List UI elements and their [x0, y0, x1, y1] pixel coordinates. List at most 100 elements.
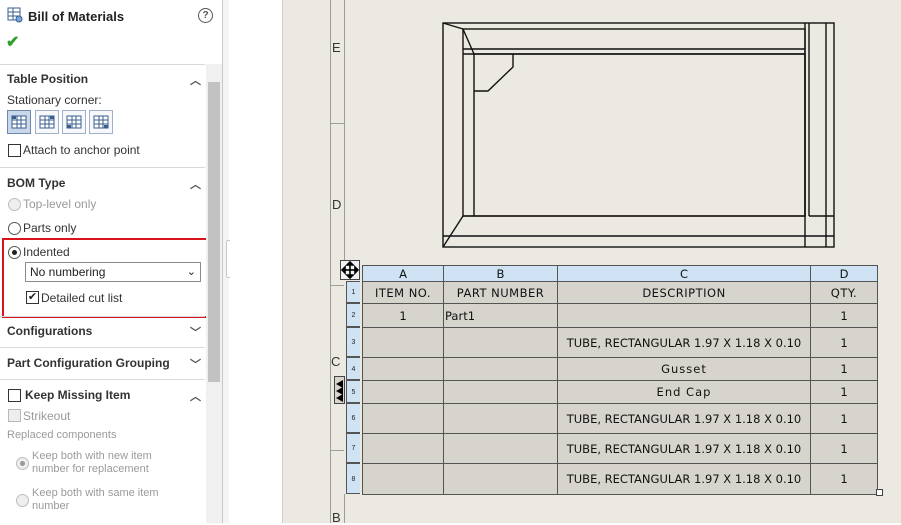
- section-keep-missing-item[interactable]: Keep Missing Item ︿: [25, 388, 203, 404]
- item-cell[interactable]: [362, 327, 444, 358]
- item-cell[interactable]: [362, 380, 444, 404]
- radio-keep-both-new-number[interactable]: [16, 457, 29, 470]
- part-cell[interactable]: [443, 327, 558, 358]
- chevron-up-icon[interactable]: ︿: [190, 388, 201, 404]
- description-cell[interactable]: TUBE, RECTANGULAR 1.97 X 1.18 X 0.10: [557, 403, 811, 434]
- numbering-select[interactable]: No numbering ⌄: [25, 262, 201, 282]
- description-cell[interactable]: [557, 303, 811, 328]
- frame-drawing-view[interactable]: [440, 20, 838, 252]
- section-header-label: Keep Missing Item: [25, 388, 131, 402]
- detailed-cut-list-checkbox[interactable]: ✔: [26, 291, 39, 304]
- header-row: ITEM NO. PART NUMBER DESCRIPTION QTY.: [362, 281, 878, 304]
- panel-title: Bill of Materials: [28, 9, 125, 24]
- row-number[interactable]: 6: [346, 403, 360, 433]
- bom-table-icon: [7, 7, 23, 23]
- strikeout-checkbox[interactable]: [8, 409, 21, 422]
- option-line: number: [32, 500, 70, 512]
- row-number[interactable]: 7: [346, 433, 360, 463]
- part-cell[interactable]: Part1: [443, 303, 558, 328]
- radio-top-level-only[interactable]: [8, 198, 21, 211]
- radio-parts-only[interactable]: [8, 222, 21, 235]
- sheet-margin: [230, 0, 283, 523]
- bottom-right-corner-button[interactable]: [89, 110, 113, 134]
- separator: [0, 316, 205, 317]
- zone-tick: [330, 450, 344, 451]
- description-cell[interactable]: TUBE, RECTANGULAR 1.97 X 1.18 X 0.10: [557, 327, 811, 358]
- top-left-corner-button[interactable]: [7, 110, 31, 134]
- qty-cell[interactable]: 1: [810, 463, 878, 495]
- part-cell[interactable]: [443, 463, 558, 495]
- chevron-down-icon[interactable]: ﹀: [190, 356, 201, 372]
- zone-letter: C: [331, 354, 341, 369]
- replaced-components-label: Replaced components: [7, 429, 117, 441]
- part-cell[interactable]: [443, 433, 558, 464]
- section-configurations[interactable]: Configurations ﹀: [7, 324, 203, 340]
- section-header-label: Configurations: [7, 324, 93, 338]
- table-move-handle[interactable]: [340, 260, 360, 280]
- keep-missing-checkbox[interactable]: [8, 389, 21, 402]
- header-cell[interactable]: ITEM NO.: [362, 281, 444, 304]
- panel-scrollbar[interactable]: [206, 64, 222, 523]
- item-cell[interactable]: [362, 433, 444, 464]
- part-cell[interactable]: [443, 380, 558, 404]
- option-line: Keep both with same item: [32, 487, 159, 499]
- indented-label: Indented: [23, 245, 70, 259]
- chevron-down-icon[interactable]: ﹀: [190, 324, 201, 340]
- row-number[interactable]: 8: [346, 463, 360, 494]
- qty-cell[interactable]: 1: [810, 303, 878, 328]
- parts-only-label: Parts only: [23, 221, 77, 235]
- qty-cell[interactable]: 1: [810, 327, 878, 358]
- zone-tick: [330, 123, 344, 124]
- row-number[interactable]: 2: [346, 303, 360, 327]
- header-cell[interactable]: QTY.: [810, 281, 878, 304]
- scrollbar-thumb[interactable]: [208, 82, 220, 382]
- separator: [0, 167, 205, 168]
- part-cell[interactable]: [443, 403, 558, 434]
- chevron-up-icon[interactable]: ︿: [190, 72, 201, 88]
- chevron-up-icon[interactable]: ︿: [190, 176, 201, 192]
- checkmark-icon[interactable]: ✔: [6, 32, 19, 52]
- header-cell[interactable]: DESCRIPTION: [557, 281, 811, 304]
- bottom-left-corner-button[interactable]: [62, 110, 86, 134]
- description-cell[interactable]: TUBE, RECTANGULAR 1.97 X 1.18 X 0.10: [557, 433, 811, 464]
- description-cell[interactable]: Gusset: [557, 357, 811, 381]
- section-header-label: Table Position: [7, 72, 89, 86]
- row-number[interactable]: 3: [346, 327, 360, 357]
- column-letter[interactable]: D: [810, 265, 878, 282]
- column-letter[interactable]: B: [443, 265, 558, 282]
- row-number[interactable]: 1: [346, 281, 360, 303]
- help-icon[interactable]: ?: [198, 8, 213, 23]
- qty-cell[interactable]: 1: [810, 380, 878, 404]
- header-cell[interactable]: PART NUMBER: [443, 281, 558, 304]
- table-row: End Cap 1: [362, 380, 878, 404]
- bom-table[interactable]: A B C D ITEM NO. PART NUMBER DESCRIPTION…: [362, 265, 878, 495]
- part-cell[interactable]: [443, 357, 558, 381]
- separator: [0, 64, 205, 65]
- table-resize-handle[interactable]: [876, 489, 883, 496]
- column-letter[interactable]: A: [362, 265, 444, 282]
- radio-keep-both-same-number[interactable]: [16, 494, 29, 507]
- description-cell[interactable]: TUBE, RECTANGULAR 1.97 X 1.18 X 0.10: [557, 463, 811, 495]
- radio-indented[interactable]: [8, 246, 21, 259]
- section-table-position[interactable]: Table Position ︿: [7, 72, 203, 88]
- section-part-configuration-grouping[interactable]: Part Configuration Grouping ﹀: [7, 356, 203, 372]
- item-cell[interactable]: [362, 403, 444, 434]
- qty-cell[interactable]: 1: [810, 403, 878, 434]
- row-number[interactable]: 4: [346, 357, 360, 380]
- top-left-corner-icon: [11, 115, 27, 129]
- top-right-corner-button[interactable]: [35, 110, 59, 134]
- description-cell[interactable]: End Cap: [557, 380, 811, 404]
- qty-cell[interactable]: 1: [810, 357, 878, 381]
- qty-cell[interactable]: 1: [810, 433, 878, 464]
- column-letter[interactable]: C: [557, 265, 811, 282]
- row-number[interactable]: 5: [346, 380, 360, 403]
- sheet-border-outer: [330, 0, 331, 523]
- section-bom-type[interactable]: BOM Type ︿: [7, 176, 203, 192]
- item-cell[interactable]: 1: [362, 303, 444, 328]
- item-cell[interactable]: [362, 357, 444, 381]
- bottom-left-corner-icon: [66, 115, 82, 129]
- table-row: TUBE, RECTANGULAR 1.97 X 1.18 X 0.10 1: [362, 327, 878, 358]
- item-cell[interactable]: [362, 463, 444, 495]
- table-row-grip[interactable]: [334, 376, 345, 404]
- attach-anchor-checkbox[interactable]: [8, 144, 21, 157]
